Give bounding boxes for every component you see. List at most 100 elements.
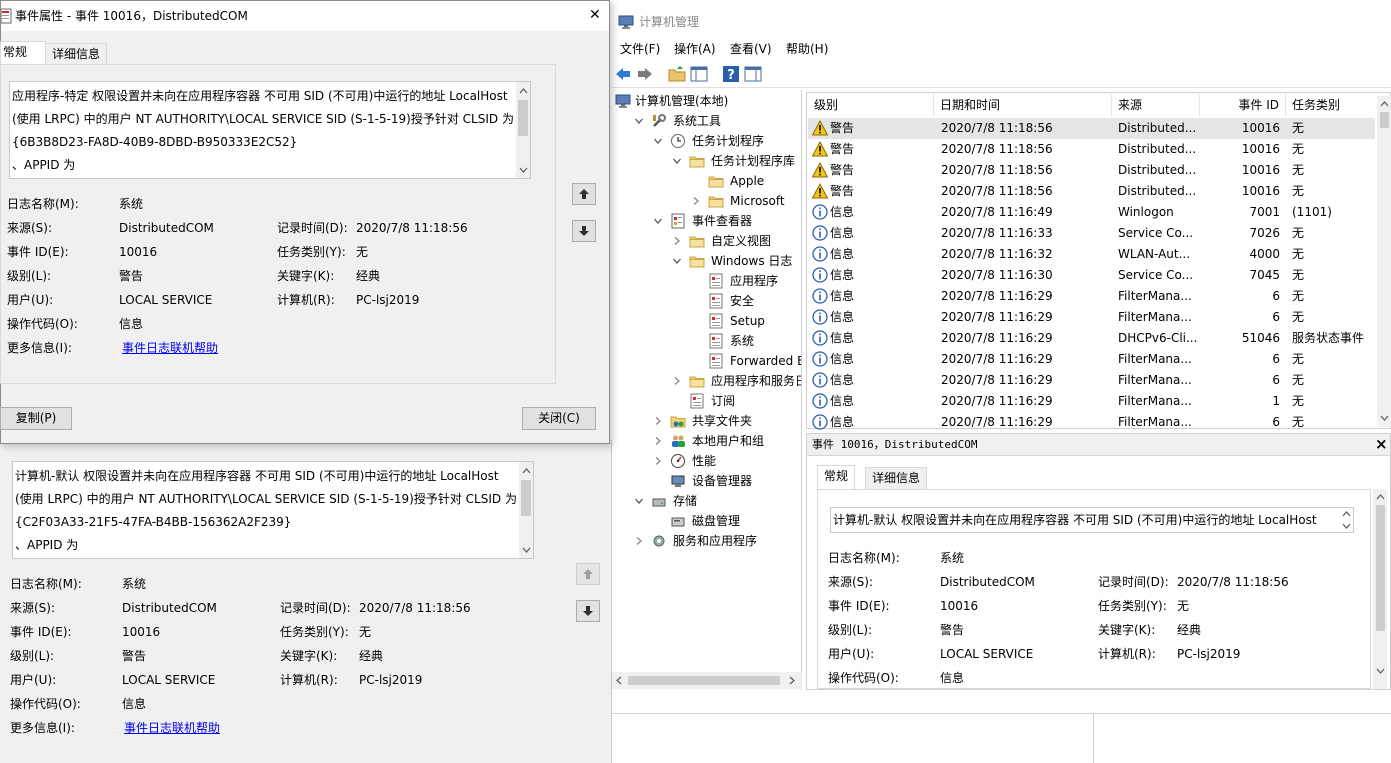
table-row[interactable]: 信息 2020/7/8 11:16:29 FilterMana... 6 无 xyxy=(808,370,1375,391)
mmc-title-bar[interactable]: 计算机管理 xyxy=(612,8,1391,38)
scroll-down-arrow-icon[interactable] xyxy=(1380,414,1389,422)
copy-button[interactable]: 复制(P) xyxy=(0,407,72,430)
chevron-down-icon[interactable] xyxy=(672,256,682,266)
tree-item[interactable]: Forwarded Eve xyxy=(612,351,801,371)
back-desc-scroll-down-icon[interactable] xyxy=(522,546,531,554)
next-event-button[interactable] xyxy=(572,220,596,242)
tree-item[interactable]: Microsoft xyxy=(612,191,801,211)
back-next-event-button[interactable] xyxy=(576,600,600,622)
chevron-right-icon[interactable] xyxy=(672,376,682,386)
table-row[interactable]: 警告 2020/7/8 11:18:56 Distributed... 10016 无 xyxy=(808,181,1375,202)
tree-item[interactable]: 设备管理器 xyxy=(612,471,801,491)
desc-scroll-thumb[interactable] xyxy=(518,100,528,136)
event-list-scrollbar[interactable] xyxy=(1377,96,1391,427)
preview-tab-details[interactable]: 详细信息 xyxy=(865,467,928,489)
tree-item[interactable]: 计算机管理(本地) xyxy=(612,91,801,111)
help-icon[interactable]: ? xyxy=(722,65,740,83)
show-hide-tree-icon[interactable] xyxy=(690,65,708,83)
event-list-scroll-thumb[interactable] xyxy=(1380,112,1389,128)
preview-close-icon[interactable]: × xyxy=(1375,436,1388,452)
tree-item[interactable]: 任务计划程序库 xyxy=(612,151,801,171)
chevron-down-icon[interactable] xyxy=(634,496,644,506)
preview-desc-spin-down-icon[interactable] xyxy=(1342,522,1351,530)
preview-tab-general[interactable]: 常规 xyxy=(817,465,856,489)
menu-file[interactable]: 文件(F) xyxy=(620,41,660,57)
table-row[interactable]: 信息 2020/7/8 11:16:29 FilterMana... 6 无 xyxy=(808,412,1375,433)
tree-item[interactable]: Setup xyxy=(612,311,801,331)
chevron-down-icon[interactable] xyxy=(653,136,663,146)
preview-scroll-thumb[interactable] xyxy=(1376,505,1385,631)
table-row[interactable]: 信息 2020/7/8 11:16:49 Winlogon 7001 (1101) xyxy=(808,202,1375,223)
table-row[interactable]: 信息 2020/7/8 11:16:33 Service Co... 7026 无 xyxy=(808,223,1375,244)
tree-item[interactable]: 订阅 xyxy=(612,391,801,411)
table-row[interactable]: 信息 2020/7/8 11:16:30 Service Co... 7045 无 xyxy=(808,265,1375,286)
desc-scroll-up-icon[interactable] xyxy=(519,87,528,95)
chevron-right-icon[interactable] xyxy=(653,436,663,446)
tree-item[interactable]: 系统 xyxy=(612,331,801,351)
table-row[interactable]: 信息 2020/7/8 11:16:29 FilterMana... 6 无 xyxy=(808,349,1375,370)
back-more-info-link[interactable]: 事件日志联机帮助 xyxy=(124,720,220,736)
tree-item[interactable]: 自定义视图 xyxy=(612,231,801,251)
column-header-source[interactable]: 来源 xyxy=(1112,94,1200,116)
description-scrollbar[interactable] xyxy=(516,82,530,178)
preview-desc-spin-up-icon[interactable] xyxy=(1342,510,1351,518)
chevron-down-icon[interactable] xyxy=(634,116,644,126)
tree-item[interactable]: 任务计划程序 xyxy=(612,131,801,151)
chevron-right-icon[interactable] xyxy=(653,456,663,466)
tree-item[interactable]: 磁盘管理 xyxy=(612,511,801,531)
tree-item[interactable]: 事件查看器 xyxy=(612,211,801,231)
menu-view[interactable]: 查看(V) xyxy=(730,41,772,57)
column-header-event-id[interactable]: 事件 ID xyxy=(1200,94,1286,116)
tree-item[interactable]: 本地用户和组 xyxy=(612,431,801,451)
tree-item[interactable]: 服务和应用程序 xyxy=(612,531,801,551)
close-button[interactable]: 关闭(C) xyxy=(522,407,596,430)
table-row[interactable]: 信息 2020/7/8 11:16:29 FilterMana... 6 无 xyxy=(808,307,1375,328)
back-arrow-icon[interactable] xyxy=(614,65,632,83)
back-desc-scroll-thumb[interactable] xyxy=(521,480,531,516)
scroll-left-arrow-icon[interactable] xyxy=(615,676,623,685)
dialog-tab-details[interactable]: 详细信息 xyxy=(45,43,108,65)
chevron-right-icon[interactable] xyxy=(691,196,701,206)
table-row[interactable]: 信息 2020/7/8 11:16:29 FilterMana... 1 无 xyxy=(808,391,1375,412)
tree-item[interactable]: Windows 日志 xyxy=(612,251,801,271)
tree-scroll-thumb[interactable] xyxy=(628,676,780,685)
dialog-close-icon[interactable]: ✕ xyxy=(589,7,601,23)
forward-arrow-icon[interactable] xyxy=(636,65,654,83)
tree-item[interactable]: Apple xyxy=(612,171,801,191)
back-desc-scroll-up-icon[interactable] xyxy=(522,467,531,475)
back-description-scrollbar[interactable] xyxy=(519,462,533,558)
tree-item[interactable]: 应用程序 xyxy=(612,271,801,291)
table-row[interactable]: 信息 2020/7/8 11:16:29 FilterMana... 6 无 xyxy=(808,286,1375,307)
chevron-right-icon[interactable] xyxy=(653,416,663,426)
table-row[interactable]: 警告 2020/7/8 11:18:56 Distributed... 10016 无 xyxy=(808,118,1375,139)
menu-action[interactable]: 操作(A) xyxy=(674,41,716,57)
description-box[interactable]: 应用程序-特定 权限设置并未向在应用程序容器 不可用 SID (不可用)中运行的… xyxy=(9,81,531,179)
table-row[interactable]: 信息 2020/7/8 11:16:29 DHCPv6-Cli... 51046 服务状… xyxy=(808,328,1375,349)
dialog-tab-general[interactable]: 常规 xyxy=(0,41,46,65)
preview-description-box[interactable]: 计算机-默认 权限设置并未向在应用程序容器 不可用 SID (不可用)中运行的地… xyxy=(830,507,1354,533)
more-info-link[interactable]: 事件日志联机帮助 xyxy=(122,340,218,356)
desc-scroll-down-icon[interactable] xyxy=(519,166,528,174)
previous-event-button[interactable] xyxy=(572,183,596,205)
back-description-box[interactable]: 计算机-默认 权限设置并未向在应用程序容器 不可用 SID (不可用)中运行的地… xyxy=(12,461,534,559)
tree-item[interactable]: 应用程序和服务日志 xyxy=(612,371,801,391)
preview-scroll-up-icon[interactable] xyxy=(1376,493,1385,501)
folder-up-icon[interactable] xyxy=(668,65,686,83)
dialog-title-bar[interactable]: 事件属性 - 事件 10016，DistributedCOM ✕ xyxy=(1,1,609,31)
preview-scroll-down-icon[interactable] xyxy=(1376,667,1385,675)
chevron-down-icon[interactable] xyxy=(672,156,682,166)
tree-item[interactable]: 安全 xyxy=(612,291,801,311)
table-row[interactable]: 信息 2020/7/8 11:16:32 WLAN-Aut... 4000 无 xyxy=(808,244,1375,265)
properties-pane-icon[interactable] xyxy=(744,65,762,83)
back-previous-event-button[interactable] xyxy=(576,563,600,585)
scroll-right-arrow-icon[interactable] xyxy=(788,676,796,685)
chevron-down-icon[interactable] xyxy=(653,216,663,226)
tree-item[interactable]: 共享文件夹 xyxy=(612,411,801,431)
column-header-datetime[interactable]: 日期和时间 xyxy=(934,94,1112,116)
preview-scrollbar[interactable] xyxy=(1373,489,1387,689)
chevron-right-icon[interactable] xyxy=(634,536,644,546)
menu-help[interactable]: 帮助(H) xyxy=(786,41,828,57)
tree-item[interactable]: 存储 xyxy=(612,491,801,511)
tree-item[interactable]: 性能 xyxy=(612,451,801,471)
table-row[interactable]: 警告 2020/7/8 11:18:56 Distributed... 10016 无 xyxy=(808,160,1375,181)
